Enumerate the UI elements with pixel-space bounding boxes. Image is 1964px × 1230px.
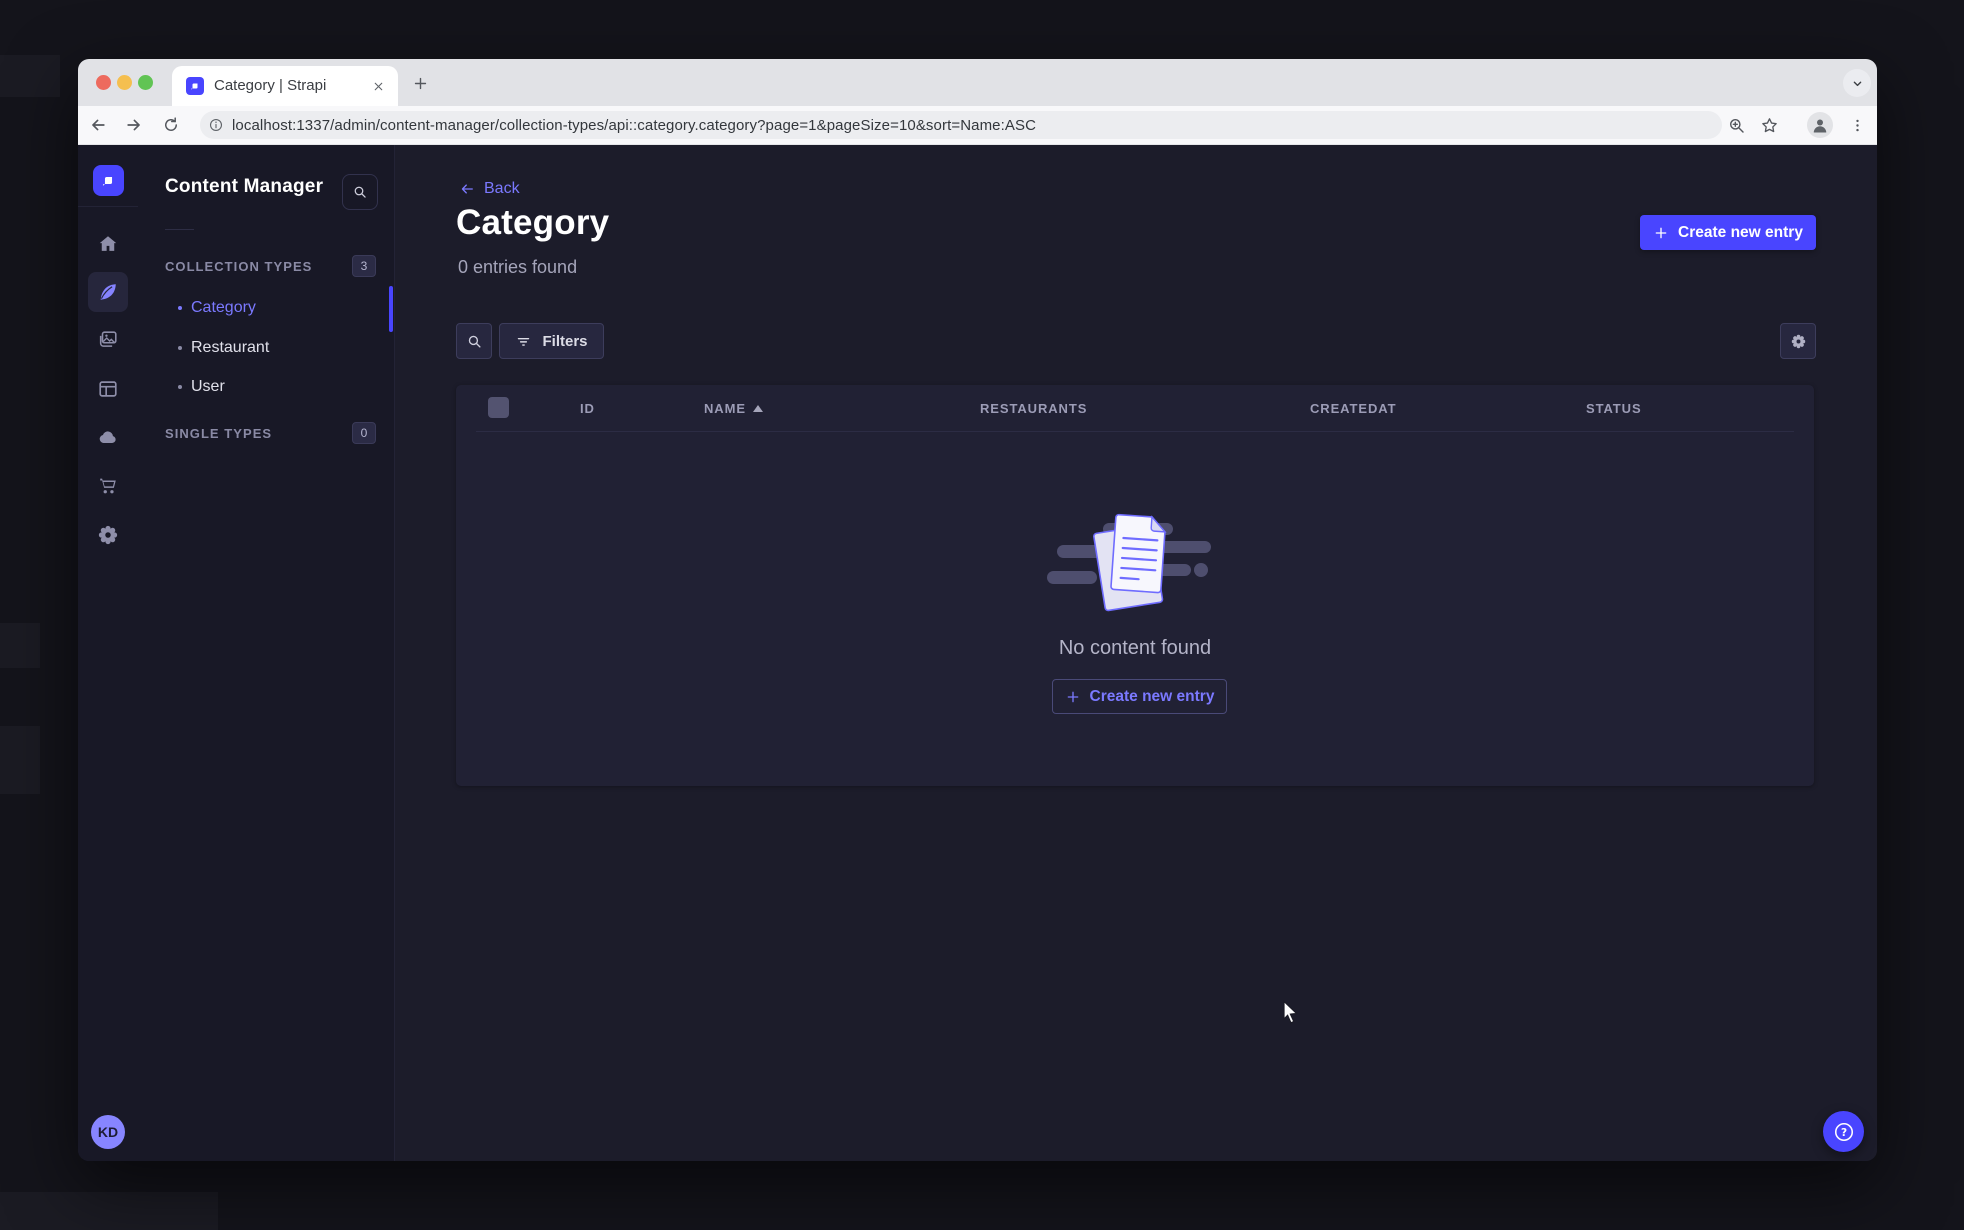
tab-search-chevron-icon[interactable] — [1843, 69, 1871, 97]
strapi-app: KD Content Manager COLLECTION TYPES 3 Ca… — [78, 145, 1877, 1161]
user-avatar[interactable]: KD — [91, 1115, 125, 1149]
column-header-name[interactable]: NAME — [704, 401, 763, 416]
new-tab-button[interactable] — [408, 71, 432, 95]
back-label: Back — [484, 180, 520, 197]
sidebar-item-marketplace[interactable] — [88, 466, 128, 506]
page-title: Category — [456, 203, 610, 242]
content-manager-subnav: Content Manager COLLECTION TYPES 3 Categ… — [138, 145, 395, 1161]
column-header-status[interactable]: STATUS — [1586, 401, 1642, 416]
sidebar-item-cloud[interactable] — [88, 417, 128, 457]
table-header-divider — [476, 431, 1794, 432]
zoom-search-icon[interactable] — [1724, 113, 1748, 137]
sidebar-item-content-manager[interactable] — [88, 272, 128, 312]
traffic-light-zoom[interactable] — [138, 75, 153, 90]
browser-window: Category | Strapi localhost:1337/admin/c… — [78, 59, 1877, 1161]
column-header-restaurants[interactable]: RESTAURANTS — [980, 401, 1087, 416]
sidebar-item-media-library[interactable] — [88, 320, 128, 360]
reload-icon[interactable] — [159, 113, 183, 137]
tab-title: Category | Strapi — [214, 77, 327, 94]
browser-tab-strip: Category | Strapi — [78, 59, 1877, 106]
collection-types-badge: 3 — [352, 255, 376, 277]
sidebar-item-settings[interactable] — [88, 515, 128, 555]
filters-button[interactable]: Filters — [499, 323, 604, 359]
collection-types-label: COLLECTION TYPES — [165, 259, 313, 274]
bullet-icon — [178, 306, 182, 310]
back-link[interactable]: Back — [458, 180, 520, 198]
question-mark-icon: ? — [1834, 1122, 1853, 1141]
plus-icon — [1655, 227, 1667, 238]
table-search-button[interactable] — [456, 323, 492, 359]
strapi-favicon — [186, 77, 204, 95]
column-header-createdat[interactable]: CREATEDAT — [1310, 401, 1396, 416]
sort-ascending-icon — [752, 405, 763, 412]
table-settings-button[interactable] — [1780, 323, 1816, 359]
browser-tab[interactable]: Category | Strapi — [172, 66, 398, 106]
kebab-menu-icon[interactable] — [1845, 113, 1869, 137]
strapi-logo[interactable] — [93, 165, 124, 196]
page-info-icon[interactable] — [208, 117, 224, 133]
svg-text:?: ? — [1840, 1126, 1846, 1138]
sidebar-item-home[interactable] — [88, 224, 128, 264]
subnav-item-restaurant[interactable]: Restaurant — [165, 335, 375, 361]
url-bar[interactable]: localhost:1337/admin/content-manager/col… — [200, 111, 1722, 139]
select-all-checkbox[interactable] — [488, 397, 509, 418]
single-types-label: SINGLE TYPES — [165, 426, 273, 441]
wallpaper-block — [0, 623, 40, 668]
forward-arrow-icon[interactable] — [122, 113, 146, 137]
back-arrow-icon — [461, 184, 473, 194]
tab-close-icon[interactable] — [368, 76, 388, 96]
sidebar-item-content-type-builder[interactable] — [88, 369, 128, 409]
mouse-cursor — [1281, 1000, 1301, 1031]
entries-table: ID NAME RESTAURANTS CREATEDAT STATUS No … — [456, 385, 1814, 786]
back-arrow-icon[interactable] — [86, 113, 110, 137]
wallpaper-block — [0, 726, 40, 794]
entries-count: 0 entries found — [458, 257, 578, 277]
subnav-search-button[interactable] — [342, 174, 378, 210]
filter-icon — [518, 337, 530, 346]
main-nav-sidebar: KD — [78, 145, 139, 1161]
desktop: Category | Strapi localhost:1337/admin/c… — [0, 0, 1964, 1230]
user-initials: KD — [97, 1124, 119, 1140]
subnav-title: Content Manager — [165, 176, 324, 197]
column-header-id[interactable]: ID — [580, 401, 595, 416]
bookmark-star-icon[interactable] — [1757, 113, 1781, 137]
sidebar-divider — [78, 206, 138, 207]
empty-state-message: No content found — [1058, 637, 1212, 659]
wallpaper-block — [0, 1192, 218, 1230]
bullet-icon — [178, 385, 182, 389]
subnav-divider — [165, 229, 194, 230]
bullet-icon — [178, 346, 182, 350]
subnav-item-user[interactable]: User — [165, 374, 375, 400]
subnav-scrollbar[interactable] — [389, 286, 393, 332]
traffic-light-close[interactable] — [96, 75, 111, 90]
plus-icon — [1067, 691, 1078, 702]
help-button[interactable]: ? — [1823, 1111, 1864, 1152]
wallpaper-block — [0, 55, 60, 97]
single-types-badge: 0 — [352, 422, 376, 444]
browser-toolbar: localhost:1337/admin/content-manager/col… — [78, 106, 1877, 145]
browser-profile-icon[interactable] — [1807, 112, 1833, 138]
empty-create-entry-button[interactable]: Create new entry — [1052, 679, 1227, 714]
traffic-light-minimize[interactable] — [117, 75, 132, 90]
url-text[interactable]: localhost:1337/admin/content-manager/col… — [232, 117, 1036, 134]
empty-state-illustration — [1047, 513, 1211, 612]
create-entry-button[interactable]: Create new entry — [1640, 215, 1816, 250]
subnav-item-category[interactable]: Category — [165, 295, 375, 321]
